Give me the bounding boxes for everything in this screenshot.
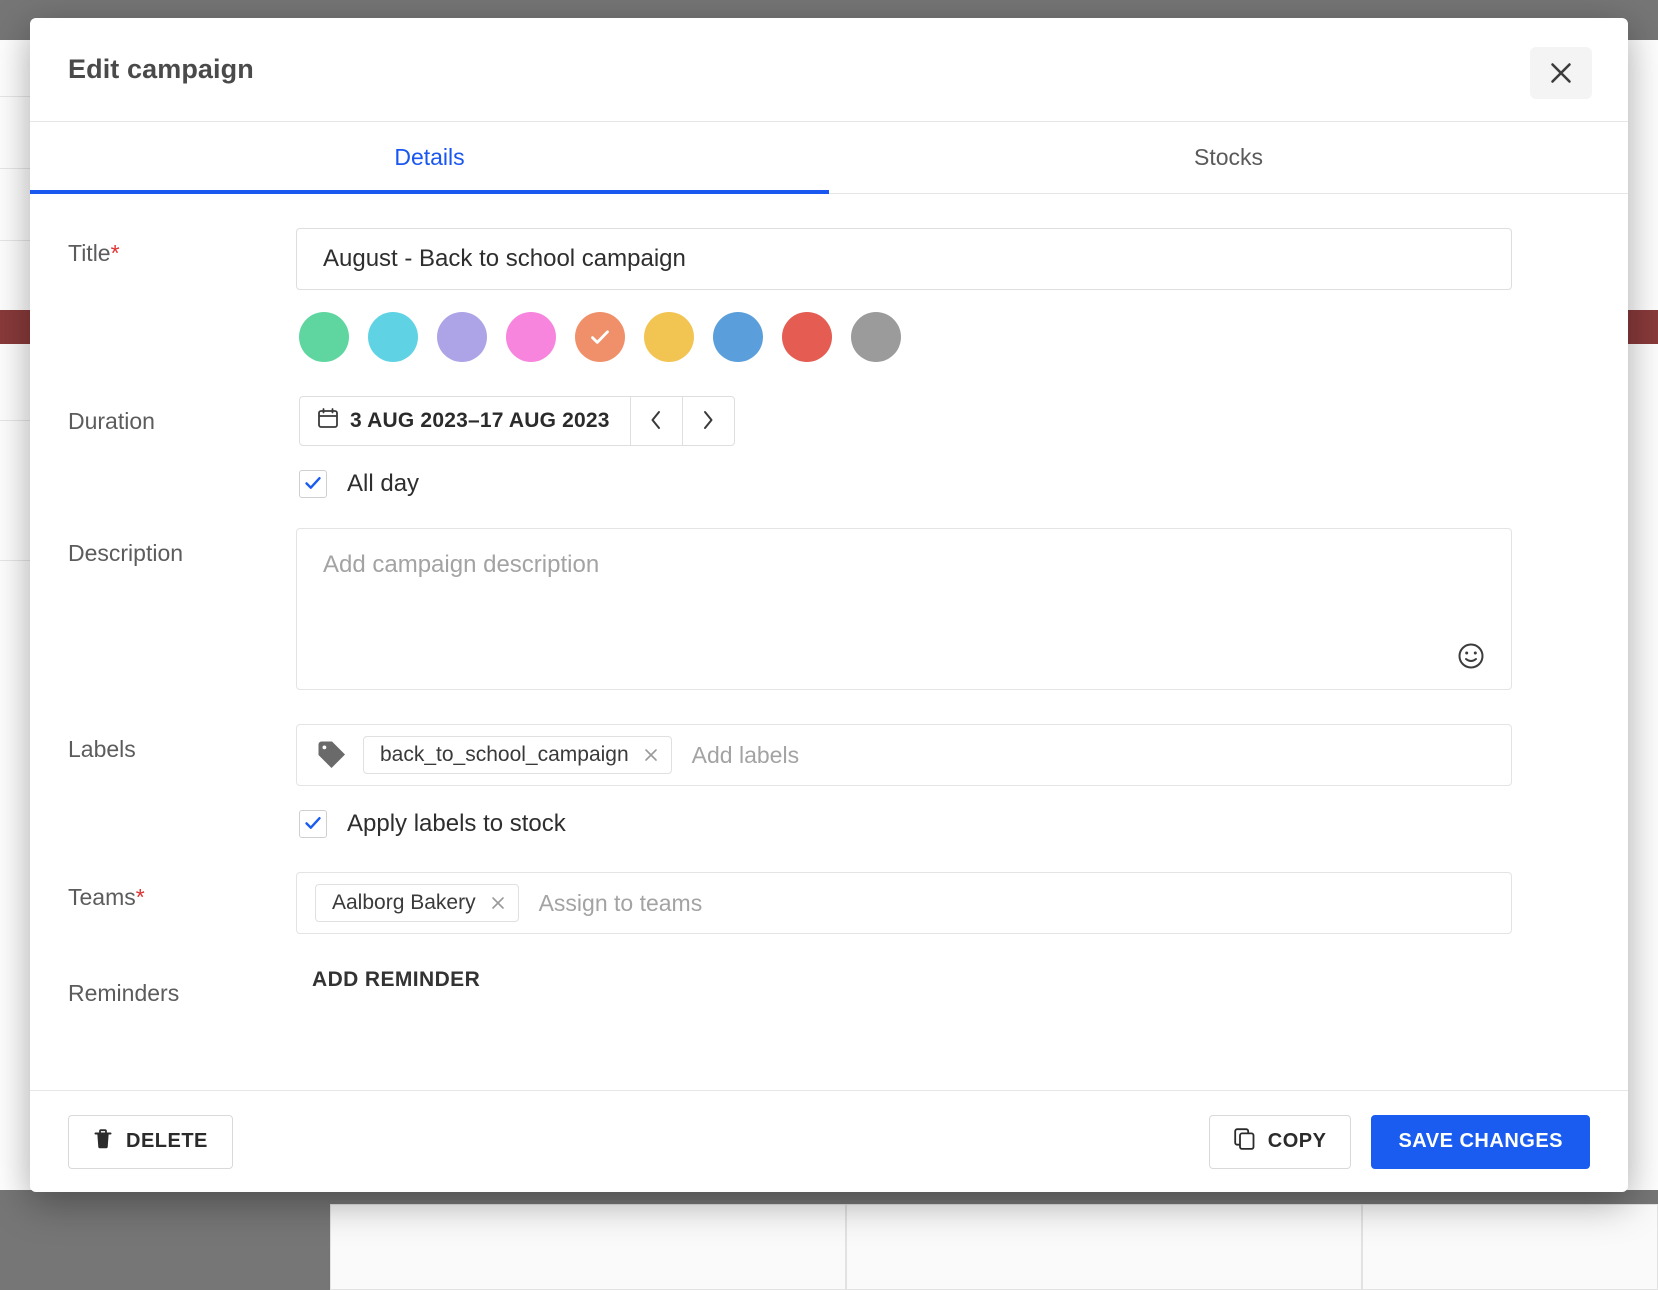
add-reminder-button[interactable]: ADD REMINDER [312,968,480,992]
copy-button-label: COPY [1267,1130,1327,1152]
field-row-teams: Teams* Aalborg Bakery Assign to teams [68,872,1590,934]
all-day-checkbox[interactable] [299,470,327,498]
date-range-text: 3 AUG 2023–17 AUG 2023 [350,409,610,432]
label-chip-text: back_to_school_campaign [380,743,629,766]
teams-label: Teams* [68,884,145,910]
copy-button[interactable]: COPY [1208,1114,1352,1169]
color-swatch-group [299,312,1590,362]
backdrop-divider [0,240,32,241]
team-chip-text: Aalborg Bakery [332,891,476,914]
dialog-header: Edit campaign [30,18,1628,122]
edit-campaign-dialog: Edit campaign Details Stocks Title* Augu… [30,18,1628,1192]
emoji-icon [1456,641,1486,674]
description-placeholder: Add campaign description [323,551,600,578]
close-button[interactable] [1530,47,1592,99]
labels-label: Labels [68,736,136,762]
title-input[interactable] [296,228,1512,290]
field-row-title: Title* [68,228,1590,362]
remove-label-button[interactable] [643,747,659,763]
chevron-right-icon [700,409,716,434]
close-icon [1548,60,1574,86]
previous-period-button[interactable] [630,396,683,446]
apply-labels-to-stock-checkbox[interactable] [299,810,327,838]
check-icon [587,324,613,350]
apply-labels-row: Apply labels to stock [299,810,1590,838]
apply-labels-to-stock-label: Apply labels to stock [347,810,566,837]
field-row-reminders: Reminders ADD REMINDER [68,968,1590,1007]
color-swatch-yellow[interactable] [644,312,694,362]
backdrop-divider [0,560,32,561]
save-changes-button[interactable]: SAVE CHANGES [1371,1114,1590,1169]
date-range-picker[interactable]: 3 AUG 2023–17 AUG 2023 [299,396,631,446]
color-swatch-pink[interactable] [506,312,556,362]
calendar-icon [318,408,338,434]
teams-input[interactable]: Aalborg Bakery Assign to teams [296,872,1512,934]
footer-actions: COPY SAVE CHANGES [1208,1114,1590,1169]
tag-icon [315,738,349,772]
backdrop-grid-cell [330,1204,846,1290]
copy-icon [1234,1127,1255,1156]
emoji-picker-button[interactable] [1453,639,1489,675]
color-swatch-orange-selected[interactable] [575,312,625,362]
trash-icon [93,1128,113,1156]
backdrop-divider [0,168,32,169]
color-swatch-green[interactable] [299,312,349,362]
field-row-description: Description Add campaign description [68,528,1590,690]
required-marker: * [135,884,145,910]
dialog-title: Edit campaign [68,54,254,84]
label-chip: back_to_school_campaign [363,736,672,774]
labels-placeholder[interactable]: Add labels [686,742,799,769]
reminders-label: Reminders [68,980,180,1006]
team-chip: Aalborg Bakery [315,884,519,922]
duration-label: Duration [68,408,155,434]
backdrop-left-column [0,40,32,1190]
remove-team-button[interactable] [490,895,506,911]
description-textarea[interactable]: Add campaign description [296,528,1512,690]
color-swatch-gray[interactable] [851,312,901,362]
delete-button-label: DELETE [126,1130,208,1152]
backdrop-grid-cell [1362,1204,1658,1290]
required-marker: * [110,240,120,266]
color-swatch-purple[interactable] [437,312,487,362]
title-label: Title* [68,240,120,266]
delete-button[interactable]: DELETE [68,1114,233,1169]
field-row-labels: Labels back_to_school_campaign Add label… [68,724,1590,838]
field-row-duration: Duration 3 AUG 2023–17 AUG 2023 All day [68,396,1590,498]
backdrop-divider [0,420,32,421]
check-icon [303,473,323,496]
all-day-label: All day [347,470,420,497]
dialog-footer: DELETE COPY SAVE CHANGES [30,1090,1628,1192]
check-icon [303,813,323,836]
backdrop-event-bar [0,310,32,344]
backdrop-right-column [1626,40,1658,1190]
labels-input[interactable]: back_to_school_campaign Add labels [296,724,1512,786]
tab-stocks[interactable]: Stocks [829,122,1628,193]
teams-placeholder[interactable]: Assign to teams [533,890,703,917]
backdrop-event-bar [1626,310,1658,344]
color-swatch-cyan[interactable] [368,312,418,362]
color-swatch-blue[interactable] [713,312,763,362]
backdrop-divider [0,96,32,97]
dialog-body: Title* August - Back to school campaign … [30,194,1628,1090]
dialog-tabs: Details Stocks [30,122,1628,194]
tab-details[interactable]: Details [30,122,829,194]
description-label: Description [68,540,184,566]
chevron-left-icon [648,409,664,434]
next-period-button[interactable] [682,396,735,446]
color-swatch-red[interactable] [782,312,832,362]
all-day-row: All day [299,470,1590,498]
backdrop-grid-cell [846,1204,1362,1290]
